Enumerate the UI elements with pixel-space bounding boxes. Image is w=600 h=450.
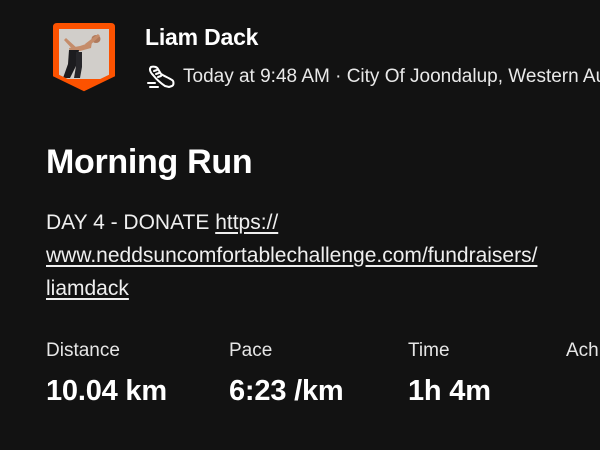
stat-value: 6:23 /km — [229, 375, 344, 407]
activity-meta: Today at 9:48 AM · City Of Joondalup, We… — [145, 60, 600, 94]
donation-link-part-3[interactable]: liamdack — [46, 277, 129, 300]
description-line-1: DAY 4 - DONATE https:// — [46, 206, 600, 239]
stat-label: Time — [408, 340, 450, 361]
running-shoe-icon — [147, 65, 175, 88]
description-line-3: liamdack — [46, 272, 600, 305]
stat-time: Time 1h 4m — [408, 338, 491, 408]
stat-label: Achievements — [566, 340, 600, 361]
activity-page: Liam Dack Today at 9:48 AM · City Of Joo… — [0, 0, 600, 450]
description-line-2: www.neddsuncomfortablechallenge.com/fund… — [46, 239, 600, 272]
stat-label: Pace — [229, 340, 273, 361]
athlete-name[interactable]: Liam Dack — [145, 24, 258, 51]
donation-link-part-1[interactable]: https:// — [215, 211, 278, 234]
stat-distance: Distance 10.04 km — [46, 338, 167, 408]
stat-pace: Pace 6:23 /km — [229, 338, 344, 408]
stat-value: 1h 4m — [408, 375, 491, 407]
activity-title: Morning Run — [46, 143, 253, 181]
athlete-avatar[interactable] — [52, 22, 116, 92]
stat-value: 10.04 km — [46, 375, 167, 407]
activity-meta-text: Today at 9:48 AM · City Of Joondalup, We… — [183, 66, 600, 87]
donation-link-part-2[interactable]: www.neddsuncomfortablechallenge.com/fund… — [46, 244, 537, 267]
stat-label: Distance — [46, 340, 120, 361]
stat-achievements: Achievements — [566, 338, 600, 408]
avatar-badge — [53, 23, 115, 92]
description-text: DAY 4 - DONATE — [46, 211, 216, 234]
activity-description: DAY 4 - DONATE https:// www.neddsuncomfo… — [46, 206, 600, 305]
stat-value — [566, 374, 600, 408]
